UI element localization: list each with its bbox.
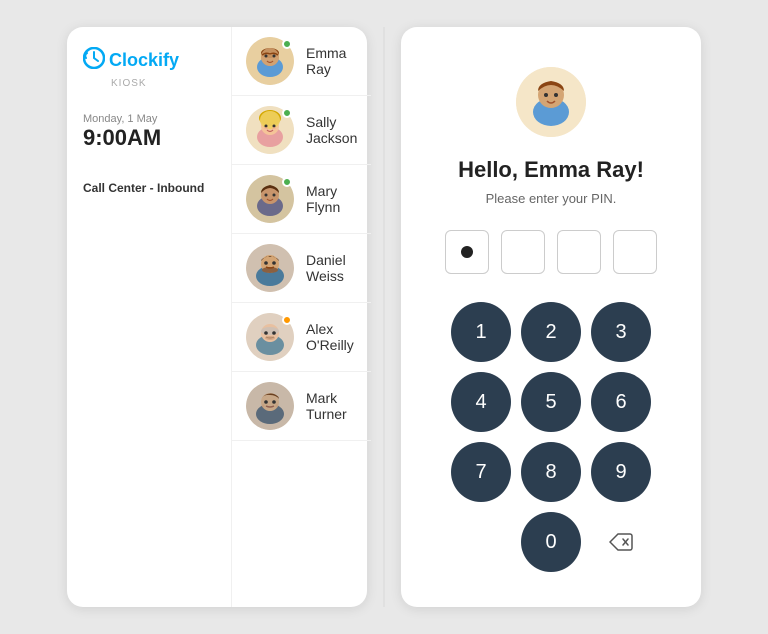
numpad-key-9[interactable]: 9 xyxy=(591,442,651,502)
numpad-key-3[interactable]: 3 xyxy=(591,302,651,362)
pin-slot-4 xyxy=(613,230,657,274)
status-indicator xyxy=(282,108,292,118)
list-item[interactable]: Mark Turner xyxy=(232,372,371,441)
avatar-wrap xyxy=(246,382,294,430)
user-list: Emma Ray xyxy=(232,27,371,607)
user-name: Daniel Weiss xyxy=(306,252,357,284)
selected-user-avatar xyxy=(516,67,586,137)
list-item[interactable]: Daniel Weiss xyxy=(232,234,371,303)
list-item[interactable]: Mary Flynn xyxy=(232,165,371,234)
numpad-key-1[interactable]: 1 xyxy=(451,302,511,362)
avatar-wrap xyxy=(246,106,294,154)
pin-slot-3 xyxy=(557,230,601,274)
user-name: Alex O'Reilly xyxy=(306,321,357,353)
kiosk-label: KIOSK xyxy=(111,78,147,89)
pin-slot-2 xyxy=(501,230,545,274)
pin-slot-1 xyxy=(445,230,489,274)
avatar xyxy=(246,382,294,430)
avatar-wrap xyxy=(246,175,294,223)
date-display: Monday, 1 May xyxy=(83,113,161,125)
list-item[interactable]: Emma Ray xyxy=(232,27,371,96)
list-item[interactable]: Sally Jackson xyxy=(232,96,371,165)
pin-filled-dot xyxy=(461,246,473,258)
app-container: Clockify KIOSK Monday, 1 May 9:00AM Call… xyxy=(47,7,721,627)
user-name: Sally Jackson xyxy=(306,114,357,146)
pin-panel: Hello, Emma Ray! Please enter your PIN. … xyxy=(401,27,701,607)
time-display: 9:00AM xyxy=(83,125,161,151)
app-name: Clockify xyxy=(109,50,179,71)
numpad-key-6[interactable]: 6 xyxy=(591,372,651,432)
greeting-text: Hello, Emma Ray! xyxy=(458,157,644,183)
user-name: Mark Turner xyxy=(306,390,357,422)
status-indicator xyxy=(282,315,292,325)
pin-instruction: Please enter your PIN. xyxy=(486,191,617,206)
avatar-wrap xyxy=(246,313,294,361)
numpad: 1 2 3 4 5 6 7 8 9 0 xyxy=(451,302,651,572)
clockify-logo-icon xyxy=(83,47,105,74)
panel-divider xyxy=(383,27,385,607)
status-indicator xyxy=(282,177,292,187)
numpad-key-8[interactable]: 8 xyxy=(521,442,581,502)
numpad-backspace-button[interactable] xyxy=(591,512,651,572)
status-indicator xyxy=(282,39,292,49)
sidebar: Clockify KIOSK Monday, 1 May 9:00AM Call… xyxy=(67,27,232,607)
list-item[interactable]: Alex O'Reilly xyxy=(232,303,371,372)
date-time-display: Monday, 1 May 9:00AM xyxy=(83,113,161,151)
workspace-label: Call Center - Inbound xyxy=(83,181,204,195)
numpad-key-5[interactable]: 5 xyxy=(521,372,581,432)
avatar xyxy=(246,244,294,292)
avatar-wrap xyxy=(246,37,294,85)
pin-input-display xyxy=(445,230,657,274)
numpad-key-7[interactable]: 7 xyxy=(451,442,511,502)
numpad-key-2[interactable]: 2 xyxy=(521,302,581,362)
logo-area: Clockify xyxy=(83,47,179,74)
numpad-key-0[interactable]: 0 xyxy=(521,512,581,572)
numpad-key-4[interactable]: 4 xyxy=(451,372,511,432)
avatar-wrap xyxy=(246,244,294,292)
user-name: Mary Flynn xyxy=(306,183,357,215)
left-panel: Clockify KIOSK Monday, 1 May 9:00AM Call… xyxy=(67,27,367,607)
user-name: Emma Ray xyxy=(306,45,357,77)
